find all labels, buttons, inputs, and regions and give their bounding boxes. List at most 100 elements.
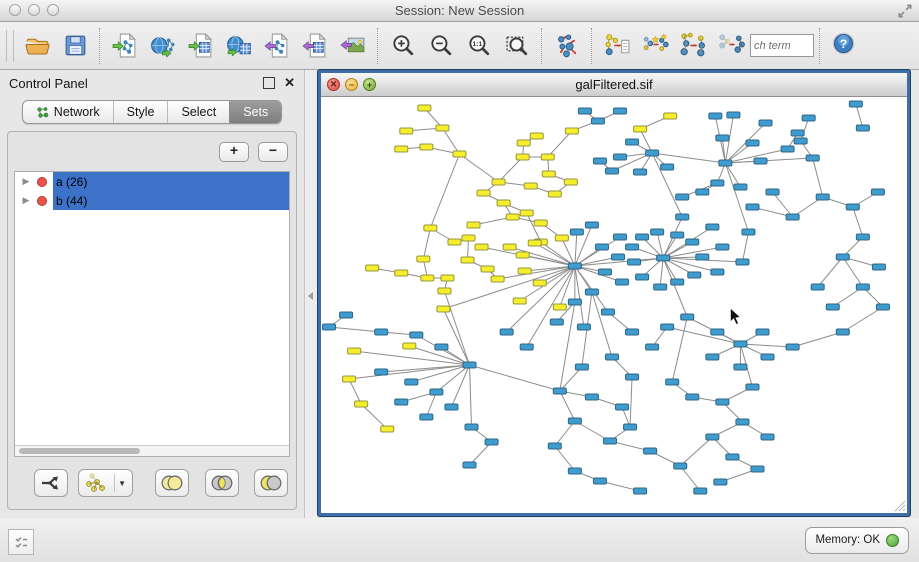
apply-layout-button[interactable] xyxy=(548,26,586,66)
import-table-file-icon xyxy=(188,32,215,59)
split-sets-button[interactable] xyxy=(34,469,68,497)
graph-node xyxy=(706,434,719,440)
union-sets-button[interactable] xyxy=(155,469,189,497)
expand-arrow-icon[interactable]: ▶ xyxy=(15,172,37,191)
svg-text:1:1: 1:1 xyxy=(472,41,482,48)
network-window[interactable]: ✕ − + galFiltered.sif xyxy=(318,70,910,516)
network-canvas[interactable] xyxy=(321,97,907,513)
export-network-button[interactable] xyxy=(258,26,296,66)
tab-network[interactable]: Network xyxy=(23,101,113,123)
frame-maximize-button[interactable]: + xyxy=(363,78,376,91)
graph-node xyxy=(497,200,510,206)
graph-node xyxy=(856,125,869,131)
zoom-out-button[interactable] xyxy=(422,26,460,66)
close-window-button[interactable] xyxy=(9,4,21,16)
intersect-sets-button[interactable] xyxy=(205,469,239,497)
zoom-fit-selected-button[interactable] xyxy=(498,26,536,66)
graph-node xyxy=(736,419,749,425)
control-panel-title: Control Panel xyxy=(9,76,88,91)
frame-close-button[interactable]: ✕ xyxy=(327,78,340,91)
graph-node xyxy=(516,154,529,160)
list-item-set-a[interactable]: ▶ a (26) xyxy=(15,172,289,191)
graph-node xyxy=(613,154,626,160)
open-session-button[interactable] xyxy=(18,26,56,66)
tab-select[interactable]: Select xyxy=(167,101,229,123)
tab-label: Sets xyxy=(243,105,268,119)
network-window-titlebar[interactable]: ✕ − + galFiltered.sif xyxy=(321,73,907,97)
create-network-from-file-button[interactable] xyxy=(598,26,636,66)
graph-node xyxy=(520,344,533,350)
graph-node xyxy=(467,222,480,228)
fullscreen-icon[interactable] xyxy=(897,3,913,19)
task-history-button[interactable] xyxy=(8,529,34,555)
graph-node xyxy=(716,135,729,141)
panel-splitter[interactable] xyxy=(305,70,318,518)
expand-arrow-icon[interactable]: ▶ xyxy=(15,191,37,210)
graph-node xyxy=(463,462,476,468)
toolbar-separator xyxy=(819,28,821,64)
graph-node xyxy=(742,229,755,235)
add-set-button[interactable]: + xyxy=(219,142,249,162)
create-set-from-network-button[interactable]: ▼ xyxy=(78,469,133,497)
import-network-from-web-button[interactable] xyxy=(144,26,182,66)
zoom-in-button[interactable] xyxy=(384,26,422,66)
clone-network-button[interactable] xyxy=(636,26,674,66)
traffic-lights xyxy=(9,4,59,16)
help-icon: ? xyxy=(832,32,855,55)
graph-node xyxy=(786,344,799,350)
graph-node xyxy=(503,244,516,250)
graph-node xyxy=(548,443,561,449)
float-panel-icon[interactable] xyxy=(263,77,275,89)
graph-node xyxy=(871,189,884,195)
network-graph[interactable] xyxy=(321,97,907,513)
frame-minimize-button[interactable]: − xyxy=(345,78,358,91)
graph-node xyxy=(555,235,568,241)
first-neighbors-icon xyxy=(679,31,708,60)
help-button[interactable]: ? xyxy=(832,32,855,60)
import-table-from-web-button[interactable] xyxy=(220,26,258,66)
control-panel: Control Panel ✕ Network xyxy=(0,70,305,518)
zoom-window-button[interactable] xyxy=(47,4,59,16)
tab-style[interactable]: Style xyxy=(113,101,168,123)
graph-node xyxy=(696,254,709,260)
graph-node xyxy=(553,388,566,394)
export-image-button[interactable] xyxy=(334,26,372,66)
scrollbar-thumb[interactable] xyxy=(19,448,140,454)
graph-node xyxy=(550,319,563,325)
list-item-set-b[interactable]: ▶ b (44) xyxy=(15,191,289,210)
zoom-actual-size-button[interactable]: 1:1 xyxy=(460,26,498,66)
remove-set-button[interactable]: − xyxy=(258,142,288,162)
export-table-button[interactable] xyxy=(296,26,334,66)
sets-list[interactable]: ▶ a (26) ▶ b (44) xyxy=(14,171,290,457)
dropdown-caret-icon[interactable]: ▼ xyxy=(118,479,126,488)
new-network-from-selection-button[interactable] xyxy=(712,26,750,66)
save-session-button[interactable] xyxy=(56,26,94,66)
first-neighbors-button[interactable] xyxy=(674,26,712,66)
graph-node xyxy=(761,354,774,360)
graph-node xyxy=(694,488,707,494)
graph-node xyxy=(463,362,476,368)
collapse-arrow-icon[interactable] xyxy=(308,292,313,300)
graph-node xyxy=(706,354,719,360)
graph-node xyxy=(516,252,529,258)
graph-node xyxy=(759,120,772,126)
task-list-icon xyxy=(14,535,29,550)
search-input[interactable] xyxy=(750,34,814,57)
tab-sets[interactable]: Sets xyxy=(229,101,281,123)
minimize-window-button[interactable] xyxy=(28,4,40,16)
memory-status-button[interactable]: Memory: OK xyxy=(805,527,909,554)
horizontal-scrollbar[interactable] xyxy=(15,445,289,456)
graph-node xyxy=(676,194,689,200)
import-table-from-file-button[interactable] xyxy=(182,26,220,66)
zoom-in-icon xyxy=(391,33,416,58)
import-network-from-file-button[interactable] xyxy=(106,26,144,66)
toolbar-drag-handle[interactable] xyxy=(6,30,14,62)
close-panel-icon[interactable]: ✕ xyxy=(284,78,295,88)
graph-node xyxy=(323,324,336,330)
graph-node xyxy=(568,263,581,269)
difference-sets-button[interactable] xyxy=(254,469,288,497)
graph-node xyxy=(706,224,719,230)
zoom-out-icon xyxy=(429,33,454,58)
resize-grip-icon[interactable] xyxy=(892,498,906,512)
window-titlebar: Session: New Session xyxy=(0,0,919,22)
